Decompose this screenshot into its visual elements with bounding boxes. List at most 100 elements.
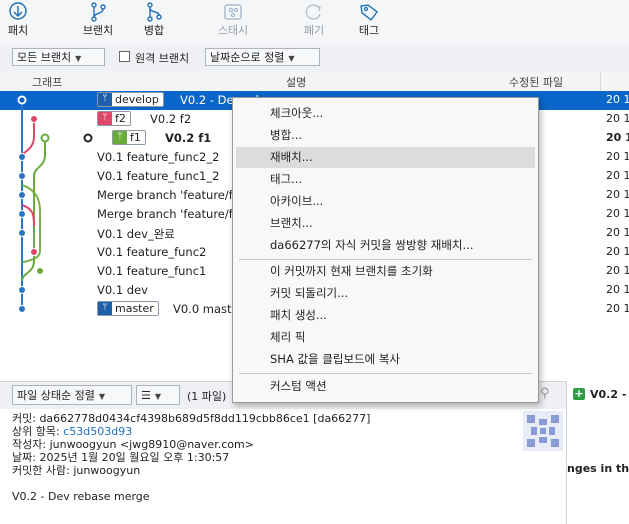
committer-label: 커밋한 사람: — [12, 464, 70, 477]
commit-message: V0.2 f2 — [150, 112, 192, 126]
commit-message: V0.1 feature_func2_2 — [97, 150, 220, 164]
commit-date: 20 1 — [606, 131, 629, 144]
committer-line: 커밋한 사람: junwoogyun — [12, 464, 140, 478]
fetch-icon — [9, 2, 27, 20]
list-icon: ☰ — [141, 389, 151, 402]
remote-branches-checkbox[interactable] — [119, 51, 130, 62]
parent-link[interactable]: c53d503d93 — [63, 425, 132, 438]
discard-label: 폐기 — [303, 24, 325, 37]
sort-order-value: 날짜순으로 정렬 — [210, 51, 285, 64]
author-line: 작성자: junwoogyun <jwg8910@naver.com> — [12, 438, 254, 452]
search-icon[interactable]: ⚲ — [540, 386, 550, 401]
branch-filter-value: 모든 브랜치 — [17, 51, 72, 64]
chevron-down-icon: ▼ — [154, 392, 162, 401]
menu-item-archive[interactable]: 아카이브... — [236, 191, 535, 212]
fetch-button[interactable]: 패치 — [0, 0, 36, 44]
column-divider[interactable] — [600, 71, 601, 91]
menu-item-tag[interactable]: 태그... — [236, 169, 535, 190]
commit-date: 20 1 — [606, 93, 629, 106]
commit-date: 20 1 — [606, 226, 629, 239]
menu-item-reset-branch[interactable]: 이 커밋까지 현재 브랜치를 초기화 — [236, 261, 535, 282]
tag-button[interactable]: 태그 — [352, 0, 386, 44]
diff-message: nges in this — [567, 462, 629, 475]
diff-panel: + V0.2 - nges in this — [566, 381, 629, 524]
branch-tag-f1[interactable]: ᛘ f1 — [112, 130, 146, 145]
commit-message: Merge branch 'feature/fu — [97, 188, 241, 202]
commit-full-message: V0.2 - Dev rebase merge — [12, 490, 150, 503]
author-value: junwoogyun <jwg8910@naver.com> — [49, 438, 254, 451]
branch-icon: ᛘ — [113, 131, 127, 144]
commit-date: 20 1 — [606, 112, 629, 125]
merge-label: 병합 — [143, 24, 165, 37]
menu-item-custom-actions[interactable]: 커스텀 액션 — [236, 376, 535, 397]
modified-files-column-header[interactable]: 수정된 파일 — [509, 74, 563, 90]
merge-button[interactable]: 병합 — [134, 0, 174, 44]
toolbar: 패치 브랜치 병합 스태시 폐기 태그 — [0, 0, 629, 45]
commit-message: V0.1 feature_func2 — [97, 245, 207, 259]
menu-item-revert-commit[interactable]: 커밋 되돌리기... — [236, 283, 535, 304]
commit-date: 20 1 — [606, 283, 629, 296]
commit-list-header: 그래프 설명 수정된 파일 — [0, 71, 629, 92]
commit-message: V0.2 f1 — [165, 131, 212, 145]
chevron-down-icon: ▼ — [288, 54, 295, 63]
added-file-icon: + — [573, 387, 585, 400]
branch-tag-master[interactable]: ᛘ master — [97, 301, 159, 316]
menu-separator — [239, 373, 532, 374]
date-value: 2025년 1월 20일 월요일 오후 1:30:57 — [39, 451, 230, 464]
file-count: (1 파일) — [187, 390, 227, 403]
branch-label: 브랜치 — [82, 24, 114, 37]
commit-label: 커밋: — [12, 412, 36, 425]
date-line: 날짜: 2025년 1월 20일 월요일 오후 1:30:57 — [12, 451, 229, 465]
graph-column-header[interactable]: 그래프 — [32, 74, 62, 90]
fetch-label: 패치 — [7, 24, 29, 37]
branch-filter-dropdown[interactable]: 모든 브랜치 ▼ — [12, 48, 105, 66]
stash-button[interactable]: 스태시 — [210, 0, 256, 44]
sort-order-dropdown[interactable]: 날짜순으로 정렬 ▼ — [205, 48, 320, 66]
commit-graph — [17, 95, 93, 313]
commit-details: 커밋: da662778d0434cf4398b689d5f8dd119cbb8… — [0, 409, 566, 524]
commit-date: 20 1 — [606, 245, 629, 258]
menu-item-interactive-rebase[interactable]: da66277의 자식 커밋을 쌍방향 재배치... — [236, 235, 535, 256]
committer-value: junwoogyun — [73, 464, 141, 477]
filter-bar: 모든 브랜치 ▼ 원격 브랜치 날짜순으로 정렬 ▼ — [0, 44, 629, 72]
commit-message: V0.1 feature_func1 — [97, 264, 207, 278]
stash-icon — [224, 4, 242, 20]
commit-date: 20 1 — [606, 302, 629, 315]
parent-line: 상위 항목: c53d503d93 — [12, 425, 132, 439]
commit-date: 20 1 — [606, 207, 629, 220]
menu-item-branch[interactable]: 브랜치... — [236, 213, 535, 234]
commit-date: 20 1 — [606, 150, 629, 163]
branch-button[interactable]: 브랜치 — [76, 0, 120, 44]
commit-date: 20 1 — [606, 264, 629, 277]
commit-message: V0.0 maste — [173, 302, 239, 316]
context-menu: 체크아웃... 병합... 재배치... 태그... 아카이브... 브랜치..… — [232, 97, 539, 403]
branch-tag-develop[interactable]: ᛘ develop — [97, 92, 164, 107]
menu-item-rebase[interactable]: 재배치... — [236, 147, 535, 168]
chevron-down-icon: ▼ — [75, 54, 82, 63]
menu-item-create-patch[interactable]: 패치 생성... — [236, 305, 535, 326]
chevron-down-icon: ▼ — [98, 392, 105, 401]
branch-icon: ᛘ — [98, 302, 112, 315]
diff-file-header[interactable]: V0.2 - — [590, 388, 626, 401]
menu-item-copy-sha[interactable]: SHA 값을 클립보드에 복사 — [236, 349, 535, 370]
commit-message: V0.1 dev — [97, 283, 148, 297]
description-column-header[interactable]: 설명 — [286, 74, 306, 90]
file-sort-value: 파일 상태순 정렬 — [17, 389, 95, 402]
menu-item-merge[interactable]: 병합... — [236, 125, 535, 146]
menu-item-checkout[interactable]: 체크아웃... — [236, 103, 535, 124]
commit-hash[interactable]: da662778d0434cf4398b689d5f8dd119cbb86ce1… — [39, 412, 370, 425]
file-sort-dropdown[interactable]: 파일 상태순 정렬 ▼ — [12, 385, 132, 405]
discard-icon — [305, 4, 321, 20]
branch-icon: ᛘ — [98, 112, 112, 125]
list-mode-dropdown[interactable]: ☰ ▼ — [136, 385, 180, 405]
avatar — [523, 411, 563, 451]
branch-icon — [91, 2, 106, 22]
merge-icon — [147, 2, 162, 22]
discard-button[interactable]: 폐기 — [296, 0, 332, 44]
commit-date: 20 1 — [606, 188, 629, 201]
menu-item-cherry-pick[interactable]: 체리 픽 — [236, 327, 535, 348]
commit-message: V0.1 dev_완료 — [97, 227, 175, 241]
branch-tag-f2[interactable]: ᛘ f2 — [97, 111, 131, 126]
date-label: 날짜: — [12, 451, 36, 464]
commit-hash-line: 커밋: da662778d0434cf4398b689d5f8dd119cbb8… — [12, 412, 370, 426]
